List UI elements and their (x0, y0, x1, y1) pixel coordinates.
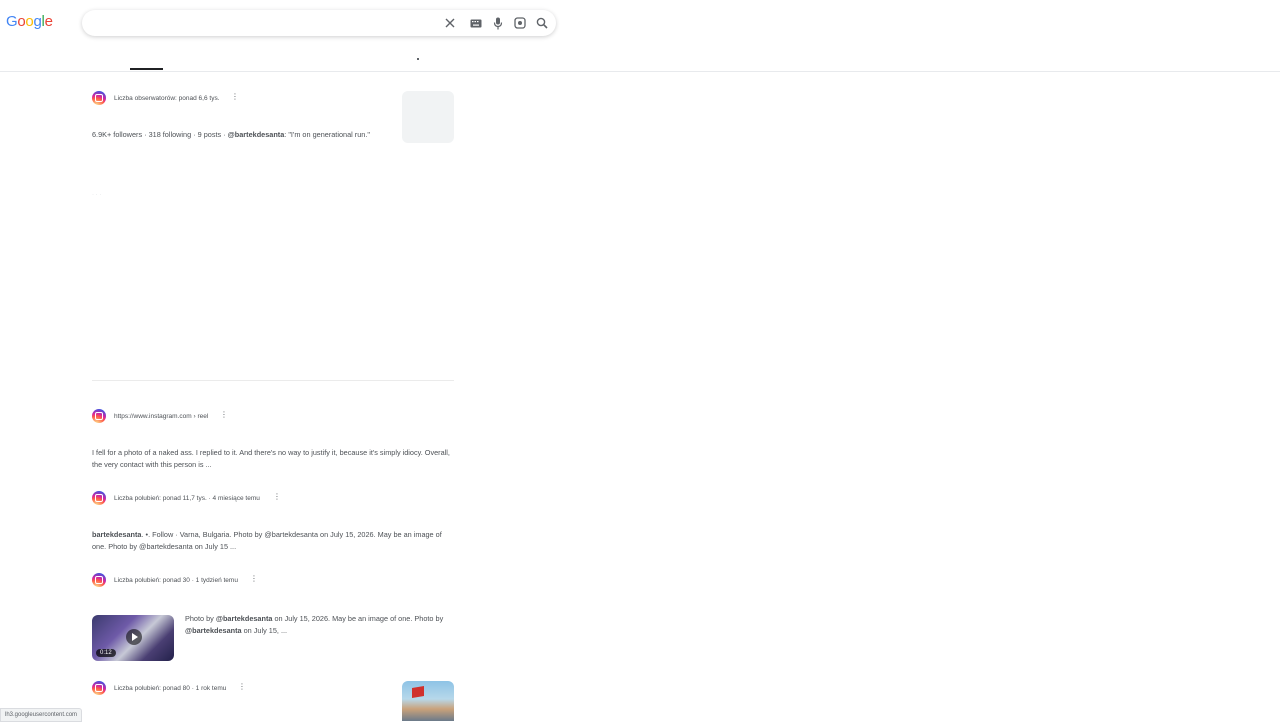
search-result[interactable]: Liczba polubień: ponad 80 · 1 rok temu ⋮ (92, 681, 454, 721)
result-source: Liczba obserwatorów: ponad 6,6 tys. (114, 95, 220, 102)
instagram-icon (92, 681, 106, 695)
more-options-icon[interactable]: ⋮ (238, 683, 246, 691)
close-icon[interactable] (442, 15, 458, 31)
tab-more-dot (417, 58, 419, 60)
result-source: Liczba polubień: ponad 80 · 1 rok temu (114, 685, 227, 692)
logo-letter: e (44, 13, 53, 30)
search-result[interactable]: Liczba polubień: ponad 11,7 tys. · 4 mie… (92, 491, 454, 553)
camera-lens-icon[interactable] (512, 15, 528, 31)
keyboard-icon[interactable] (468, 15, 484, 31)
play-icon[interactable] (126, 629, 142, 645)
search-icon[interactable] (534, 15, 550, 31)
google-logo[interactable]: Google (6, 13, 53, 30)
result-snippet: 6.9K+ followers · 318 following · 9 post… (92, 130, 370, 139)
search-input[interactable] (96, 15, 440, 33)
more-options-icon[interactable]: ⋮ (273, 493, 281, 501)
video-thumbnail[interactable]: 0:12 (92, 615, 174, 661)
active-tab-indicator (130, 68, 163, 70)
divider (92, 380, 454, 381)
logo-letter: g (33, 13, 42, 30)
search-result[interactable]: Liczba obserwatorów: ponad 6,6 tys. ⋮ 6.… (92, 91, 454, 151)
result-snippet: Photo by @bartekdesanta on July 15, 2026… (185, 614, 444, 635)
more-options-icon[interactable]: ⋮ (250, 575, 258, 583)
result-snippet: I fell for a photo of a naked ass. I rep… (92, 448, 450, 469)
flag-image (412, 685, 424, 699)
more-options-icon[interactable]: ⋮ (220, 411, 228, 419)
instagram-icon (92, 409, 106, 423)
search-result[interactable]: Liczba polubień: ponad 30 · 1 tydzień te… (92, 573, 454, 663)
result-url: https://www.instagram.com › reel (114, 413, 209, 420)
search-box[interactable] (82, 10, 556, 36)
video-duration: 0:12 (96, 649, 116, 657)
instagram-icon (92, 573, 106, 587)
result-thumbnail[interactable] (402, 91, 454, 143)
search-header: Google (0, 0, 1280, 72)
instagram-icon (92, 491, 106, 505)
result-snippet: bartekdesanta. •. Follow · Varna, Bulgar… (92, 530, 442, 551)
result-source: Liczba polubień: ponad 30 · 1 tydzień te… (114, 577, 238, 584)
logo-letter: G (6, 13, 18, 30)
result-thumbnail[interactable] (402, 681, 454, 721)
faint-ellipsis: · · · (92, 192, 102, 198)
instagram-icon (92, 91, 106, 105)
more-options-icon[interactable]: ⋮ (231, 93, 239, 101)
result-source: Liczba polubień: ponad 11,7 tys. · 4 mie… (114, 495, 260, 502)
search-result[interactable]: https://www.instagram.com › reel ⋮ I fel… (92, 409, 454, 471)
mic-icon[interactable] (490, 15, 506, 31)
